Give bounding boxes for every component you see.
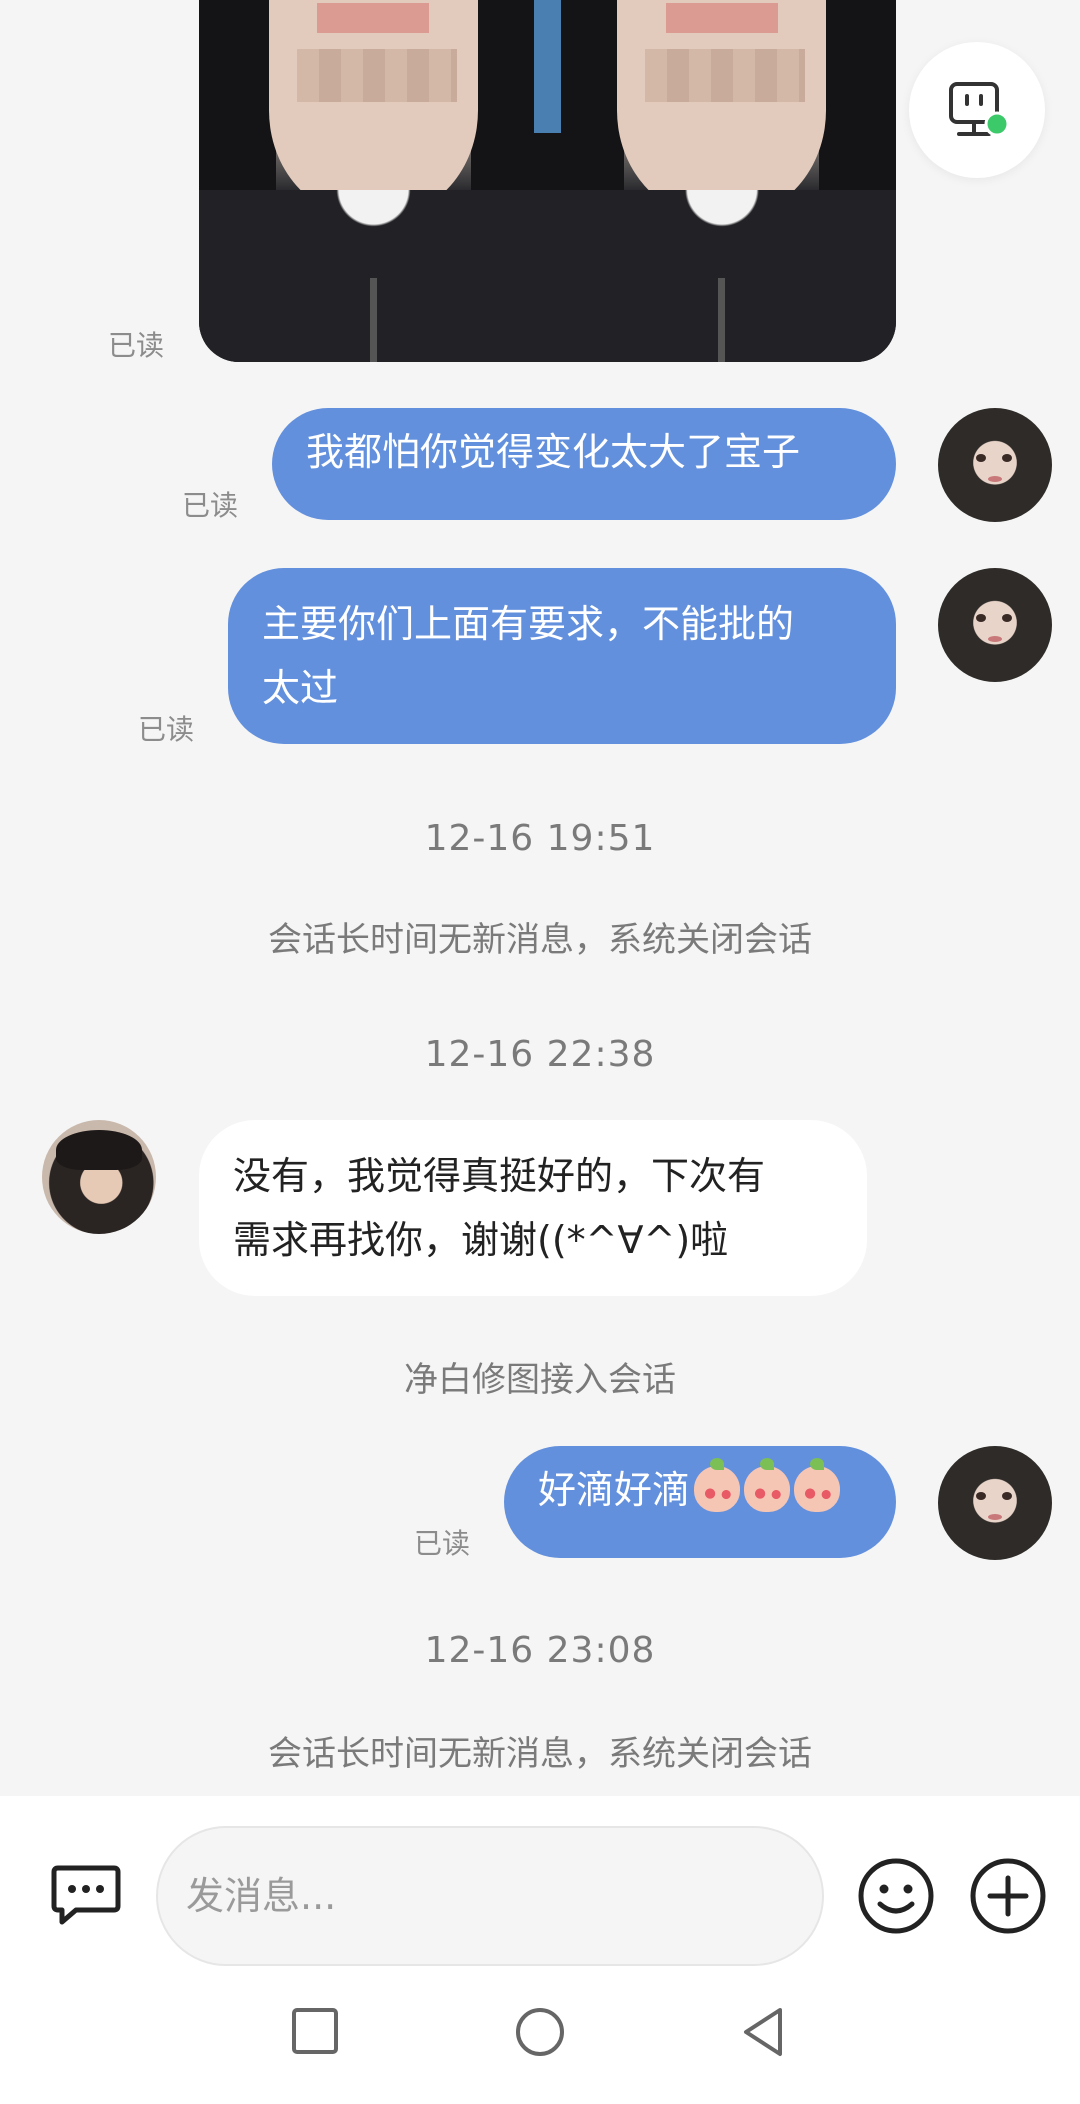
message-text: 我都怕你觉得变化太大了宝子 <box>306 430 801 474</box>
message-bubble-sent[interactable]: 主要你们上面有要求，不能批的 太过 <box>228 568 896 744</box>
read-status: 已读 <box>182 489 239 522</box>
timestamp: 12-16 22:38 <box>424 1034 656 1075</box>
timestamp: 12-16 19:51 <box>424 818 656 859</box>
robot-assistant-button[interactable] <box>909 42 1045 178</box>
message-text-line: 需求再找你，谢谢((*^∀^)啦 <box>233 1218 729 1262</box>
photo-right <box>547 0 896 362</box>
triangle-back-icon[interactable] <box>738 2006 788 2058</box>
contact-avatar[interactable] <box>42 1120 156 1234</box>
message-text-line: 主要你们上面有要求，不能批的 <box>262 602 795 646</box>
read-status: 已读 <box>108 329 165 362</box>
read-status: 已读 <box>138 713 195 746</box>
message-bubble-sent[interactable]: 好滴好滴 <box>504 1446 896 1558</box>
message-text-line: 没有，我觉得真挺好的，下次有 <box>233 1154 766 1198</box>
peach-emoji-icon <box>794 1457 841 1512</box>
my-avatar[interactable] <box>938 568 1052 682</box>
system-notice: 会话长时间无新消息，系统关闭会话 <box>268 1734 812 1774</box>
message-icon[interactable] <box>50 1862 122 1926</box>
square-icon[interactable] <box>290 2006 340 2056</box>
plus-circle-icon[interactable] <box>968 1856 1048 1936</box>
my-avatar[interactable] <box>938 1446 1052 1560</box>
message-text-line: 太过 <box>262 666 339 710</box>
input-bar: 发消息... <box>0 1796 1080 1968</box>
message-text: 好滴好滴 <box>538 1468 691 1512</box>
system-notice: 净白修图接入会话 <box>404 1360 676 1400</box>
peach-emoji-icon <box>694 1457 741 1512</box>
my-avatar[interactable] <box>938 408 1052 522</box>
message-bubble-sent[interactable]: 我都怕你觉得变化太大了宝子 <box>272 408 896 520</box>
circle-icon[interactable] <box>514 2006 566 2058</box>
read-status: 已读 <box>414 1527 471 1560</box>
system-navigation-bar <box>0 1968 1080 2104</box>
peach-emoji-icon <box>744 1457 791 1512</box>
smiley-icon[interactable] <box>856 1856 936 1936</box>
image-message[interactable] <box>199 0 896 362</box>
system-notice: 会话长时间无新消息，系统关闭会话 <box>268 920 812 960</box>
photo-left <box>199 0 548 362</box>
chat-area: 已读 已读 我都怕你觉得变化太大了宝子 已读 主要你们上面有要求，不能批的 太过… <box>0 0 1080 1796</box>
message-bubble-received[interactable]: 没有，我觉得真挺好的，下次有 需求再找你，谢谢((*^∀^)啦 <box>199 1120 867 1296</box>
timestamp: 12-16 23:08 <box>424 1630 656 1671</box>
robot-icon <box>949 82 1009 137</box>
message-input[interactable]: 发消息... <box>156 1826 824 1966</box>
